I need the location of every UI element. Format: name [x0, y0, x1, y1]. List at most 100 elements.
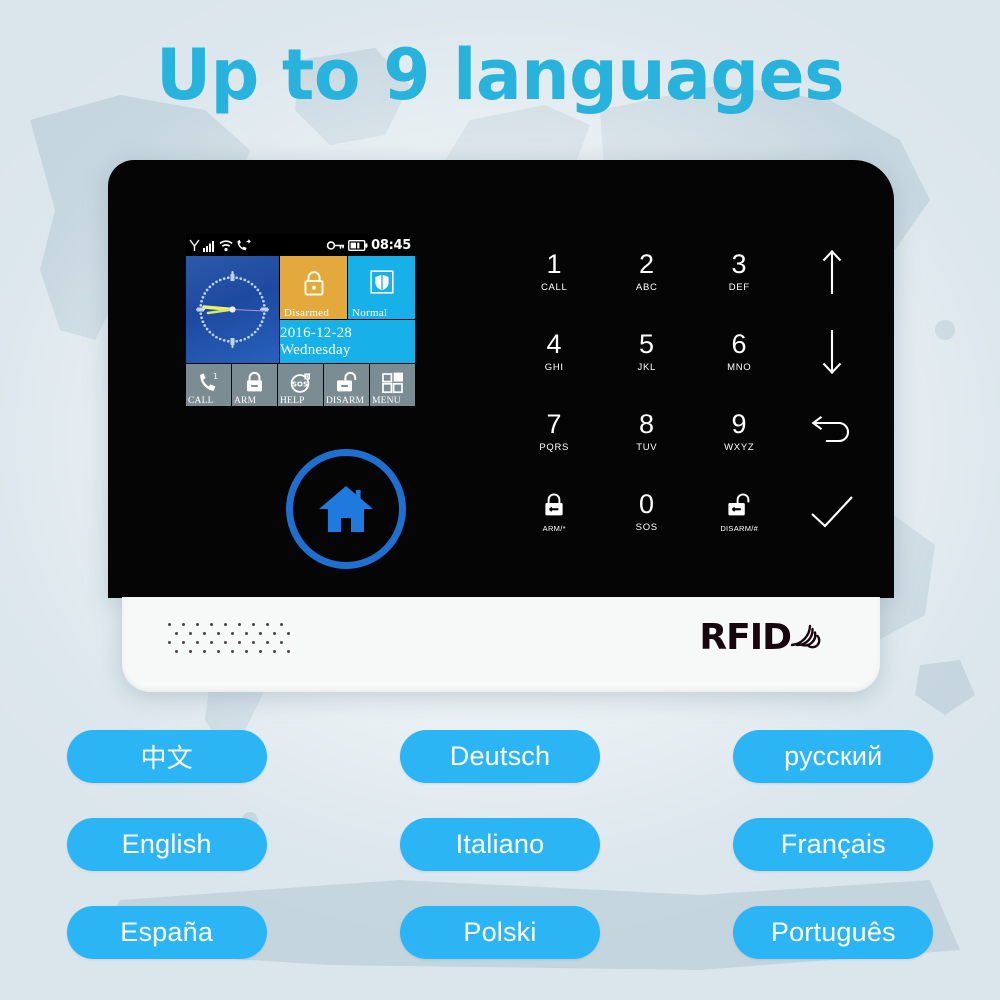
lcd-status-bar: 08:45 [186, 234, 415, 256]
key-1-digit: 1 [546, 249, 563, 279]
lcd-system-state-label: Normal [352, 306, 388, 319]
key-arm-sub: ARM/* [542, 523, 566, 533]
home-rfid-button[interactable] [286, 449, 406, 569]
key-arrow-up[interactable] [786, 232, 879, 312]
lcd-tile-date[interactable]: 2016-12-28 Wednesday [280, 320, 415, 363]
key-1-sub: CALL [540, 282, 568, 293]
lcd-button-call[interactable]: 1 CALL [186, 364, 231, 406]
language-button-en[interactable]: English [66, 817, 267, 871]
lock-icon [304, 270, 323, 295]
key-7-digit: 7 [546, 409, 563, 439]
key-9-digit: 9 [731, 409, 748, 439]
lcd-tile-clock[interactable] [186, 256, 279, 363]
key-arrow-down[interactable] [786, 312, 879, 392]
speaker-dot [209, 622, 214, 627]
page-title: Up to 9 languages [155, 34, 845, 116]
key-7[interactable]: 7 PQRS [508, 392, 601, 472]
speaker-dot [272, 631, 277, 636]
lcd-tile-arm-state[interactable]: Disarmed [280, 256, 347, 319]
lcd-arm-state-label: Disarmed [284, 306, 330, 319]
key-disarm-sub: DISARM/# [720, 523, 759, 533]
rfid-label: RFID [699, 617, 792, 658]
speaker-dot [230, 631, 235, 636]
speaker-dot [251, 640, 256, 645]
key-back[interactable] [786, 392, 879, 472]
speaker-dot [175, 631, 179, 636]
device-base-white-panel: RFID [122, 597, 880, 692]
speaker-dot [175, 649, 179, 654]
key-arm[interactable]: ARM/* [508, 472, 601, 552]
speaker-dot [286, 649, 291, 654]
speaker-dot [202, 649, 207, 654]
lcd-button-disarm-label: DISARM [326, 396, 365, 406]
speaker-dot [223, 622, 228, 627]
language-button-ru[interactable]: русский [733, 729, 934, 783]
speaker-dot [195, 622, 200, 627]
rfid-waves-icon [790, 624, 821, 649]
key-6[interactable]: 6 MNO [693, 312, 786, 392]
unlock-icon [728, 493, 750, 515]
alarm-panel-device: 08:45 Disarmed Normal 2016-12-28 Wednesd… [108, 160, 894, 692]
signal-bars-icon [203, 240, 214, 252]
key-3[interactable]: 3 DEF [693, 232, 786, 312]
language-button-es[interactable]: España [66, 905, 267, 959]
lcd-button-arm[interactable]: ARM [232, 364, 277, 406]
speaker-dot [188, 631, 193, 636]
key-9[interactable]: 9 WXYZ [693, 392, 786, 472]
key-2[interactable]: 2 ABC [601, 232, 694, 312]
lcd-tile-area: Disarmed Normal 2016-12-28 Wednesday [186, 256, 415, 363]
key-4[interactable]: 4 GHI [508, 312, 601, 392]
speaker-row [168, 647, 304, 656]
shield-icon [369, 269, 394, 294]
language-button-pl[interactable]: Polski [399, 905, 600, 959]
speaker-dot [279, 622, 284, 627]
lcd-button-menu-label: MENU [372, 396, 401, 406]
speaker-dot [258, 631, 263, 636]
lcd-button-help[interactable]: SOS 0 HELP [278, 364, 323, 406]
key-5-sub: JKL [637, 362, 656, 373]
speaker-dot [168, 640, 172, 645]
speaker-dot [258, 649, 263, 654]
key-7-sub: PQRS [539, 442, 570, 453]
key-confirm[interactable] [786, 472, 879, 552]
sos-icon: SOS 0 [290, 372, 310, 393]
key-0[interactable]: 0 SOS [601, 472, 694, 552]
key-3-sub: DEF [728, 282, 750, 293]
device-front-black-panel: 08:45 Disarmed Normal 2016-12-28 Wednesd… [108, 160, 894, 598]
key-5[interactable]: 5 JKL [601, 312, 694, 392]
key-disarm[interactable]: DISARM/# [693, 472, 786, 552]
lcd-button-menu[interactable]: MENU [370, 364, 415, 406]
lcd-button-bar: 1 CALL ARM SOS 0 HELP DISARM MENU [186, 364, 415, 406]
key-0-digit: 0 [638, 489, 655, 519]
lcd-button-arm-label: ARM [234, 396, 257, 406]
lcd-tile-system-state[interactable]: Normal [348, 256, 415, 319]
phone-icon: 1 [199, 372, 218, 391]
key-4-digit: 4 [546, 329, 563, 359]
speaker-dot [265, 640, 270, 645]
lcd-button-help-label: HELP [280, 396, 305, 406]
language-button-fr[interactable]: Français [733, 817, 934, 871]
speaker-row [168, 638, 304, 647]
language-button-pt[interactable]: Português [733, 905, 934, 959]
key-1[interactable]: 1 CALL [508, 232, 601, 312]
lcd-button-disarm[interactable]: DISARM [324, 364, 369, 406]
lcd-screen: 08:45 Disarmed Normal 2016-12-28 Wednesd… [186, 234, 415, 406]
svg-text:SOS: SOS [292, 380, 308, 388]
speaker-dot [216, 631, 221, 636]
arrow-up-icon [822, 249, 842, 294]
language-button-de[interactable]: Deutsch [399, 729, 600, 783]
speaker-dot [286, 631, 291, 636]
speaker-dot [265, 622, 270, 627]
speaker-dot [181, 640, 186, 645]
language-button-zh[interactable]: 中文 [66, 729, 267, 783]
speaker-dot [168, 622, 172, 627]
speaker-dot [223, 640, 228, 645]
language-button-it[interactable]: Italiano [399, 817, 600, 871]
key-9-sub: WXYZ [724, 442, 755, 453]
battery-icon [348, 239, 368, 251]
svg-text:1: 1 [213, 372, 218, 381]
key-6-sub: MNO [727, 362, 752, 373]
lcd-clock-time: 08:45 [371, 237, 411, 253]
key-8[interactable]: 8 TUV [601, 392, 694, 472]
lcd-button-call-label: CALL [188, 396, 214, 406]
